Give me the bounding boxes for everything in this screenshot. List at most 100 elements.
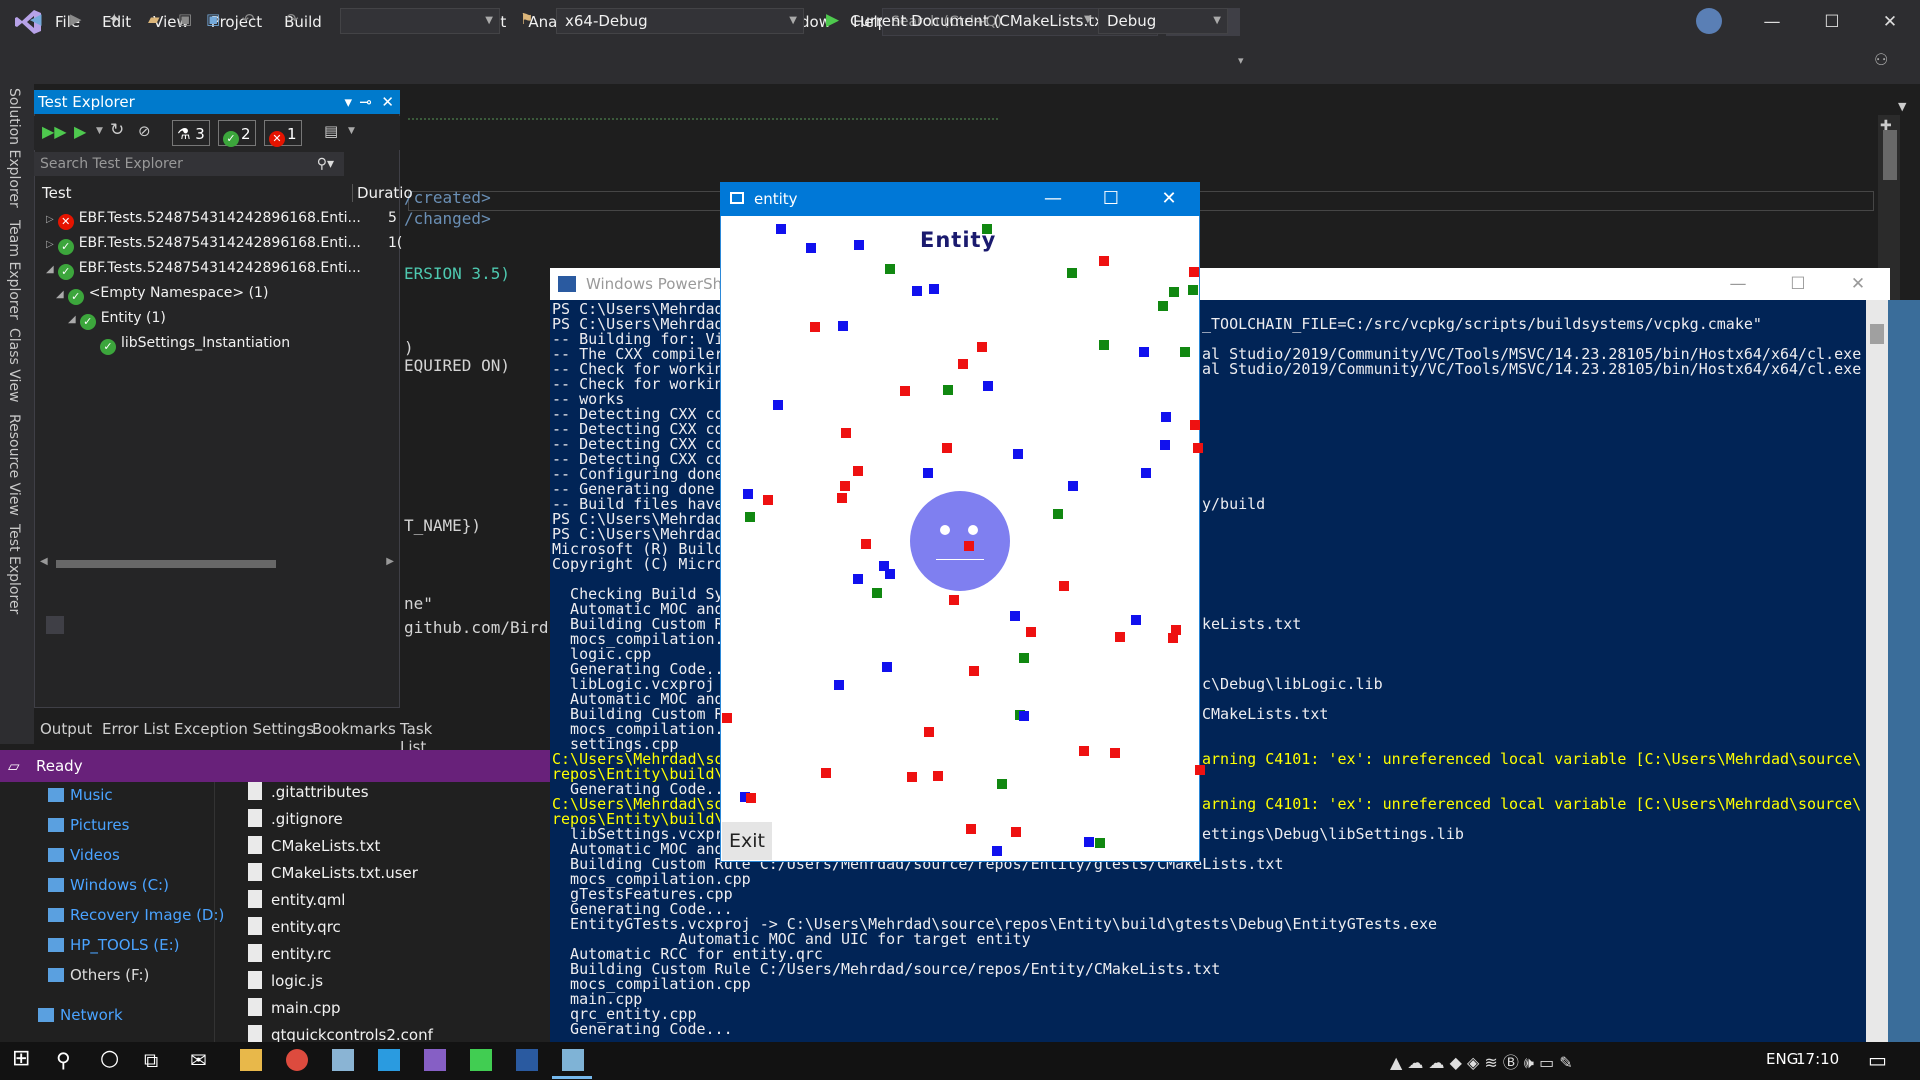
- back-icon[interactable]: ◀: [30, 10, 42, 28]
- windows-start-icon[interactable]: ⊞: [12, 1046, 30, 1071]
- column-test[interactable]: Test: [42, 184, 72, 202]
- ps-scroll-thumb[interactable]: [1870, 324, 1884, 344]
- run-all-icon[interactable]: ▶▶: [42, 122, 67, 141]
- pin-icon[interactable]: ⊸: [359, 90, 372, 114]
- startup-item[interactable]: Current Document (CMakeLists.txt): [850, 12, 1115, 30]
- run-icon[interactable]: ▶: [74, 122, 86, 141]
- chevron-down-icon[interactable]: ▼: [348, 126, 355, 136]
- entity-taskbar-icon[interactable]: [562, 1049, 584, 1071]
- file-item[interactable]: logic.js: [248, 971, 323, 990]
- bottom-tab[interactable]: Exception Settings: [174, 720, 314, 738]
- mail-icon[interactable]: ✉: [190, 1048, 207, 1072]
- test-horizontal-scrollbar[interactable]: ◀ ▶: [40, 556, 394, 572]
- column-duration[interactable]: Duratio: [352, 184, 413, 202]
- total-tests-badge[interactable]: ⚗ 3: [172, 120, 210, 146]
- tray-icons[interactable]: ▲ ☁ ☁ ◆ ◈ ≋ Ⓑ 🕪 ▭ ✎: [1390, 1049, 1573, 1073]
- test-row[interactable]: ◢ ✓ Entity (1): [68, 306, 166, 330]
- file-item[interactable]: entity.qml: [248, 890, 345, 909]
- menu-file[interactable]: File: [44, 0, 91, 44]
- nav-item[interactable]: Network: [38, 1006, 123, 1024]
- task-view-icon[interactable]: ⧉: [144, 1048, 158, 1072]
- live-share-icon[interactable]: ⚇: [1874, 50, 1888, 69]
- expand-icon[interactable]: ▷: [46, 239, 54, 250]
- new-project-icon[interactable]: ✦: [108, 10, 121, 28]
- test-search-input[interactable]: Search Test Explorer ⚲▾: [34, 152, 344, 176]
- cortana-icon[interactable]: ○: [100, 1046, 119, 1071]
- passed-tests-badge[interactable]: ✓ 2: [218, 120, 256, 147]
- language-indicator[interactable]: ENG: [1766, 1050, 1798, 1068]
- exit-button[interactable]: Exit: [722, 822, 772, 860]
- tab-solution-explorer[interactable]: Solution Explorer: [6, 88, 22, 208]
- search-icon[interactable]: ⚲: [56, 1048, 71, 1072]
- file-item[interactable]: CMakeLists.txt.user: [248, 863, 418, 882]
- entity-maximize-button[interactable]: ☐: [1082, 182, 1140, 216]
- entity-minimize-button[interactable]: —: [1024, 182, 1082, 216]
- file-item[interactable]: CMakeLists.txt: [248, 836, 380, 855]
- config-combo[interactable]: Debug ▼: [1098, 8, 1228, 34]
- chevron-down-icon[interactable]: ▼: [96, 126, 103, 136]
- save-all-icon[interactable]: ▣: [206, 10, 220, 28]
- chevron-down-icon[interactable]: ▼: [1084, 14, 1092, 25]
- redo-icon[interactable]: ↷: [286, 10, 299, 28]
- photos-icon[interactable]: [332, 1049, 354, 1071]
- entity-close-button[interactable]: ✕: [1140, 182, 1198, 216]
- details-toggle[interactable]: [46, 616, 64, 634]
- test-row[interactable]: ▷ ✕ EBF.Tests.5248754314242896168.Enti...: [46, 206, 361, 230]
- playlist-icon[interactable]: ▤: [324, 122, 338, 140]
- find-icon[interactable]: ⚑: [520, 10, 533, 28]
- clock[interactable]: 17:10: [1796, 1050, 1839, 1068]
- player-face[interactable]: [910, 491, 1010, 591]
- nav-item[interactable]: Recovery Image (D:): [48, 906, 224, 924]
- file-item[interactable]: entity.qrc: [248, 917, 341, 936]
- ps-scrollbar[interactable]: [1866, 300, 1888, 1042]
- powershell-taskbar-icon[interactable]: [516, 1049, 538, 1071]
- cancel-icon[interactable]: ⊘: [138, 122, 151, 140]
- bottom-tab[interactable]: Output: [40, 720, 92, 738]
- test-row[interactable]: ◢ ✓ <Empty Namespace> (1): [56, 281, 268, 305]
- notification-icon[interactable]: ▭: [1868, 1048, 1887, 1072]
- chrome-icon[interactable]: [286, 1049, 308, 1071]
- close-button[interactable]: ✕: [1862, 0, 1918, 44]
- ps-maximize-button[interactable]: ☐: [1770, 268, 1826, 300]
- repeat-icon[interactable]: ↻: [110, 120, 124, 140]
- undo-icon[interactable]: ↶: [242, 10, 255, 28]
- ps-minimize-button[interactable]: —: [1710, 268, 1766, 300]
- dropdown-icon[interactable]: ▼: [1898, 100, 1906, 113]
- qt-creator-icon[interactable]: [470, 1049, 492, 1071]
- forward-icon[interactable]: ▶: [70, 10, 82, 28]
- vscode-icon[interactable]: [378, 1049, 400, 1071]
- expand-icon[interactable]: ◢: [56, 289, 64, 300]
- file-item[interactable]: entity.rc: [248, 944, 331, 963]
- close-icon[interactable]: ✕: [381, 90, 394, 114]
- save-icon[interactable]: ▣: [178, 10, 192, 28]
- tab-resource-view[interactable]: Resource View: [6, 414, 22, 516]
- test-row[interactable]: ▷ ✓ EBF.Tests.5248754314242896168.Enti...: [46, 231, 361, 255]
- expand-icon[interactable]: ▷: [46, 214, 54, 225]
- pin-dropdown-icon[interactable]: ▾: [344, 90, 352, 114]
- failed-tests-badge[interactable]: ✕ 1: [264, 120, 302, 147]
- nav-item[interactable]: Music: [48, 786, 113, 804]
- open-icon[interactable]: ▰: [148, 10, 160, 28]
- nav-item[interactable]: Windows (C:): [48, 876, 169, 894]
- nav-item[interactable]: Pictures: [48, 816, 129, 834]
- tab-test-explorer[interactable]: Test Explorer: [6, 524, 22, 614]
- expand-icon[interactable]: ◢: [68, 314, 76, 325]
- tab-class-view[interactable]: Class View: [6, 328, 22, 403]
- ps-close-button[interactable]: ✕: [1830, 268, 1886, 300]
- file-item[interactable]: .gitattributes: [248, 782, 369, 801]
- minimize-button[interactable]: —: [1744, 0, 1800, 44]
- file-explorer-icon[interactable]: [240, 1049, 262, 1071]
- nav-item[interactable]: HP_TOOLS (E:): [48, 936, 179, 954]
- test-row[interactable]: ✓ libSettings_Instantiation: [96, 331, 290, 355]
- editor-scroll-thumb[interactable]: [1883, 130, 1897, 180]
- test-row[interactable]: ◢ ✓ EBF.Tests.5248754314242896168.Enti...: [46, 256, 361, 280]
- nav-item[interactable]: Videos: [48, 846, 120, 864]
- menu-build[interactable]: Build: [273, 0, 333, 44]
- bottom-tab[interactable]: Error List: [102, 720, 170, 738]
- avatar[interactable]: [1696, 8, 1722, 34]
- tab-team-explorer[interactable]: Team Explorer: [6, 220, 22, 320]
- run-icon[interactable]: ▶: [826, 10, 839, 30]
- expand-icon[interactable]: ◢: [46, 264, 54, 275]
- visual-studio-icon[interactable]: [424, 1049, 446, 1071]
- platform-combo[interactable]: x64-Debug ▼: [556, 8, 804, 34]
